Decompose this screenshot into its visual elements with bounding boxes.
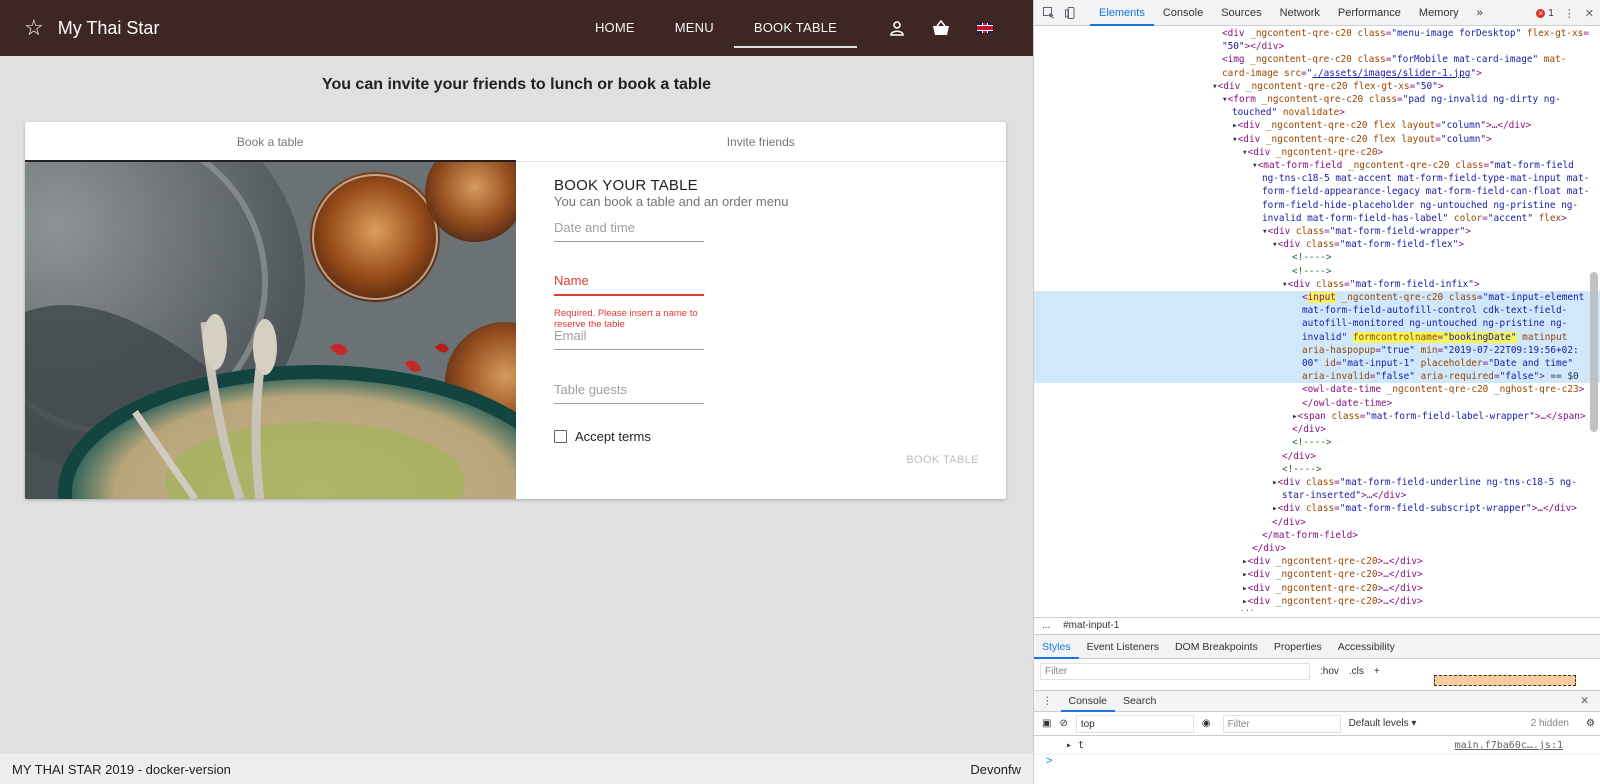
- email-field[interactable]: Email: [554, 326, 704, 350]
- table-guests-field[interactable]: Table guests: [554, 380, 704, 404]
- name-field[interactable]: Name: [554, 272, 704, 296]
- console-settings-icon[interactable]: ⚙: [1586, 718, 1595, 729]
- nav-home[interactable]: HOME: [575, 0, 655, 56]
- log-text: t: [1078, 740, 1085, 751]
- top-toolbar: ☆ My Thai Star HOME MENU BOOK TABLE: [0, 0, 1033, 56]
- tab-properties[interactable]: Properties: [1266, 635, 1330, 659]
- table-guests-placeholder: Table guests: [554, 382, 627, 397]
- book-table-button[interactable]: BOOK TABLE: [906, 454, 979, 466]
- tab-memory[interactable]: Memory: [1410, 0, 1468, 26]
- name-placeholder: Name: [554, 273, 589, 288]
- kebab-menu-icon[interactable]: ⋮: [1564, 7, 1575, 20]
- drawer-close-icon[interactable]: ✕: [1572, 691, 1597, 712]
- main-nav: HOME MENU BOOK TABLE: [575, 0, 1033, 56]
- form-subtitle: You can book a table and an order menu: [554, 194, 789, 209]
- breadcrumb-ellipsis[interactable]: ...: [1042, 620, 1050, 631]
- console-prompt[interactable]: >: [1046, 755, 1052, 767]
- drawer-tab-console[interactable]: Console: [1060, 691, 1116, 712]
- basket-icon[interactable]: [919, 0, 963, 56]
- dom-scrollbar[interactable]: [1590, 272, 1598, 432]
- console-log-entry[interactable]: ▸ t main.f7ba60c….js:1: [1034, 737, 1600, 755]
- cls-toggle[interactable]: .cls: [1349, 666, 1364, 677]
- styles-filter-input[interactable]: Filter: [1040, 662, 1310, 680]
- tab-styles[interactable]: Styles: [1034, 635, 1079, 659]
- date-time-placeholder: Date and time: [554, 220, 635, 235]
- tab-network[interactable]: Network: [1271, 0, 1329, 26]
- dom-breadcrumb[interactable]: ... #mat-input-1: [1034, 617, 1600, 634]
- app-pane: ☆ My Thai Star HOME MENU BOOK TABLE You …: [0, 0, 1033, 784]
- error-icon: ×: [1536, 8, 1546, 18]
- log-source-link[interactable]: main.f7ba60c….js:1: [1455, 737, 1563, 755]
- clear-console-icon[interactable]: ⊘: [1059, 718, 1067, 729]
- nav-menu[interactable]: MENU: [655, 0, 734, 56]
- booking-form: BOOK YOUR TABLE You can book a table and…: [529, 162, 1006, 499]
- tab-book-table[interactable]: Book a table: [25, 122, 516, 162]
- brand-title: My Thai Star: [57, 17, 160, 38]
- checkbox-icon[interactable]: [554, 430, 567, 443]
- sidebar-toggle-icon[interactable]: ▣: [1042, 718, 1051, 729]
- drawer-tabbar: ⋮ Console Search ✕: [1034, 690, 1600, 712]
- user-icon[interactable]: [875, 0, 919, 56]
- drawer-menu-icon[interactable]: ⋮: [1034, 691, 1061, 712]
- more-tabs-button[interactable]: »: [1468, 0, 1492, 26]
- star-icon: ☆: [24, 15, 44, 40]
- devtools-tabbar: Elements Console Sources Network Perform…: [1034, 0, 1600, 26]
- booking-tabs: Book a table Invite friends: [25, 122, 1006, 162]
- log-levels-select[interactable]: Default levels ▾: [1349, 718, 1417, 729]
- form-title: BOOK YOUR TABLE: [554, 177, 698, 194]
- page-headline: You can invite your friends to lunch or …: [321, 76, 712, 93]
- box-model-preview: [1434, 675, 1576, 686]
- context-select[interactable]: top: [1075, 714, 1194, 733]
- brand[interactable]: ☆ My Thai Star: [24, 17, 159, 39]
- tab-event-listeners[interactable]: Event Listeners: [1079, 635, 1167, 659]
- tab-performance[interactable]: Performance: [1329, 0, 1410, 26]
- uk-flag-icon[interactable]: [963, 0, 1007, 56]
- tab-accessibility[interactable]: Accessibility: [1330, 635, 1403, 659]
- devtools-panel: Elements Console Sources Network Perform…: [1033, 0, 1600, 784]
- drawer-tab-search[interactable]: Search: [1115, 691, 1164, 712]
- eye-icon[interactable]: ◉: [1202, 718, 1211, 729]
- accept-terms-label: Accept terms: [575, 429, 651, 444]
- device-toolbar-icon[interactable]: [1060, 0, 1082, 26]
- footer-brand: Devonfw: [970, 761, 1021, 777]
- tab-elements[interactable]: Elements: [1090, 0, 1154, 26]
- tab-dom-breakpoints[interactable]: DOM Breakpoints: [1167, 635, 1266, 659]
- tab-console[interactable]: Console: [1154, 0, 1212, 26]
- breadcrumb-current[interactable]: #mat-input-1: [1063, 620, 1119, 631]
- nav-book-table[interactable]: BOOK TABLE: [733, 0, 858, 56]
- footer-copyright: MY THAI STAR 2019 - docker-version: [12, 761, 231, 777]
- booking-card: Book a table Invite friends BOOK YOUR TA…: [25, 122, 1006, 499]
- inspect-element-icon[interactable]: [1038, 0, 1060, 26]
- expand-icon[interactable]: ▸: [1066, 740, 1078, 751]
- email-placeholder: Email: [554, 328, 587, 343]
- error-counter[interactable]: × 1: [1536, 8, 1554, 19]
- tab-invite-friends[interactable]: Invite friends: [516, 122, 1007, 161]
- hov-toggle[interactable]: :hov: [1320, 666, 1339, 677]
- food-photo: [25, 162, 516, 499]
- console-toolbar: ▣ ⊘ top ◉ Filter Default levels ▾ 2 hidd…: [1034, 712, 1600, 736]
- console-filter-input[interactable]: Filter: [1222, 714, 1341, 733]
- hidden-count: 2 hidden: [1530, 718, 1569, 729]
- tab-sources[interactable]: Sources: [1212, 0, 1270, 26]
- error-count: 1: [1548, 7, 1554, 19]
- close-icon[interactable]: ✕: [1585, 7, 1594, 20]
- selected-dom-node[interactable]: <input _ngcontent-qre-c20 class="mat-inp…: [1034, 291, 1600, 384]
- accept-terms-checkbox[interactable]: Accept terms: [554, 429, 651, 444]
- date-time-field[interactable]: Date and time: [554, 218, 704, 242]
- add-rule-icon[interactable]: +: [1374, 666, 1380, 677]
- dom-tree[interactable]: <div _ngcontent-qre-c20 class="menu-imag…: [1034, 27, 1600, 611]
- footer: MY THAI STAR 2019 - docker-version Devon…: [0, 753, 1033, 784]
- styles-tabbar: Styles Event Listeners DOM Breakpoints P…: [1034, 634, 1600, 659]
